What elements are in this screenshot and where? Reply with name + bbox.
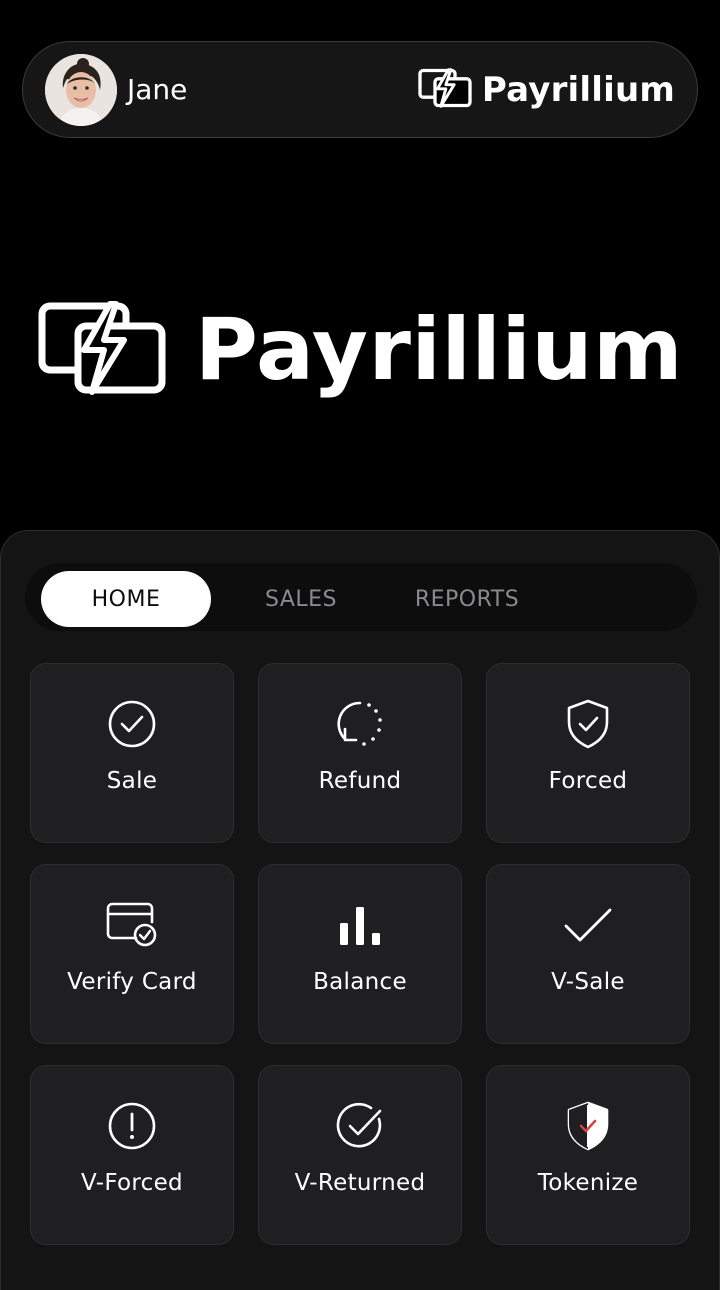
- action-panel: HOME SALES REPORTS Sale Refund Forced Ve…: [0, 530, 720, 1290]
- tab-reports[interactable]: REPORTS: [397, 571, 537, 627]
- tile-label: Sale: [106, 768, 158, 794]
- shield-token-icon: [487, 1100, 689, 1152]
- v-forced-button[interactable]: V-Forced: [30, 1065, 234, 1245]
- alert-circle-icon: [31, 1100, 233, 1152]
- header-brand-logo: Payrillium: [418, 67, 675, 112]
- v-sale-button[interactable]: V-Sale: [486, 864, 690, 1044]
- user-profile[interactable]: Jane: [45, 53, 188, 126]
- tab-sales[interactable]: SALES: [231, 571, 371, 627]
- tile-label: Verify Card: [67, 969, 197, 995]
- refund-button[interactable]: Refund: [258, 663, 462, 843]
- tile-label: V-Sale: [551, 969, 625, 995]
- user-name: Jane: [127, 73, 188, 106]
- hero-brand-name: Payrillium: [194, 300, 684, 400]
- lightning-card-icon: [37, 300, 167, 400]
- tab-bar: HOME SALES REPORTS: [25, 563, 697, 631]
- tile-label: V-Returned: [294, 1170, 426, 1196]
- checkmark-icon: [487, 899, 689, 951]
- avatar[interactable]: [45, 53, 117, 126]
- lightning-card-icon: [418, 67, 472, 112]
- hero-logo: Payrillium: [0, 290, 720, 410]
- tile-label: Tokenize: [537, 1170, 639, 1196]
- check-circle-icon: [31, 698, 233, 750]
- verify-card-button[interactable]: Verify Card: [30, 864, 234, 1044]
- balance-button[interactable]: Balance: [258, 864, 462, 1044]
- shield-check-icon: [487, 698, 689, 750]
- tab-home[interactable]: HOME: [41, 571, 211, 627]
- forced-button[interactable]: Forced: [486, 663, 690, 843]
- bar-chart-icon: [259, 899, 461, 951]
- check-circle-icon: [259, 1100, 461, 1152]
- tile-label: Forced: [548, 768, 628, 794]
- tile-label: Refund: [318, 768, 402, 794]
- v-returned-button[interactable]: V-Returned: [258, 1065, 462, 1245]
- sale-button[interactable]: Sale: [30, 663, 234, 843]
- tile-label: V-Forced: [81, 1170, 183, 1196]
- card-verify-icon: [31, 899, 233, 951]
- refund-icon: [259, 698, 461, 750]
- top-header: Jane Payrillium: [22, 41, 698, 138]
- tokenize-button[interactable]: Tokenize: [486, 1065, 690, 1245]
- header-brand-name: Payrillium: [481, 69, 675, 110]
- tile-label: Balance: [313, 969, 407, 995]
